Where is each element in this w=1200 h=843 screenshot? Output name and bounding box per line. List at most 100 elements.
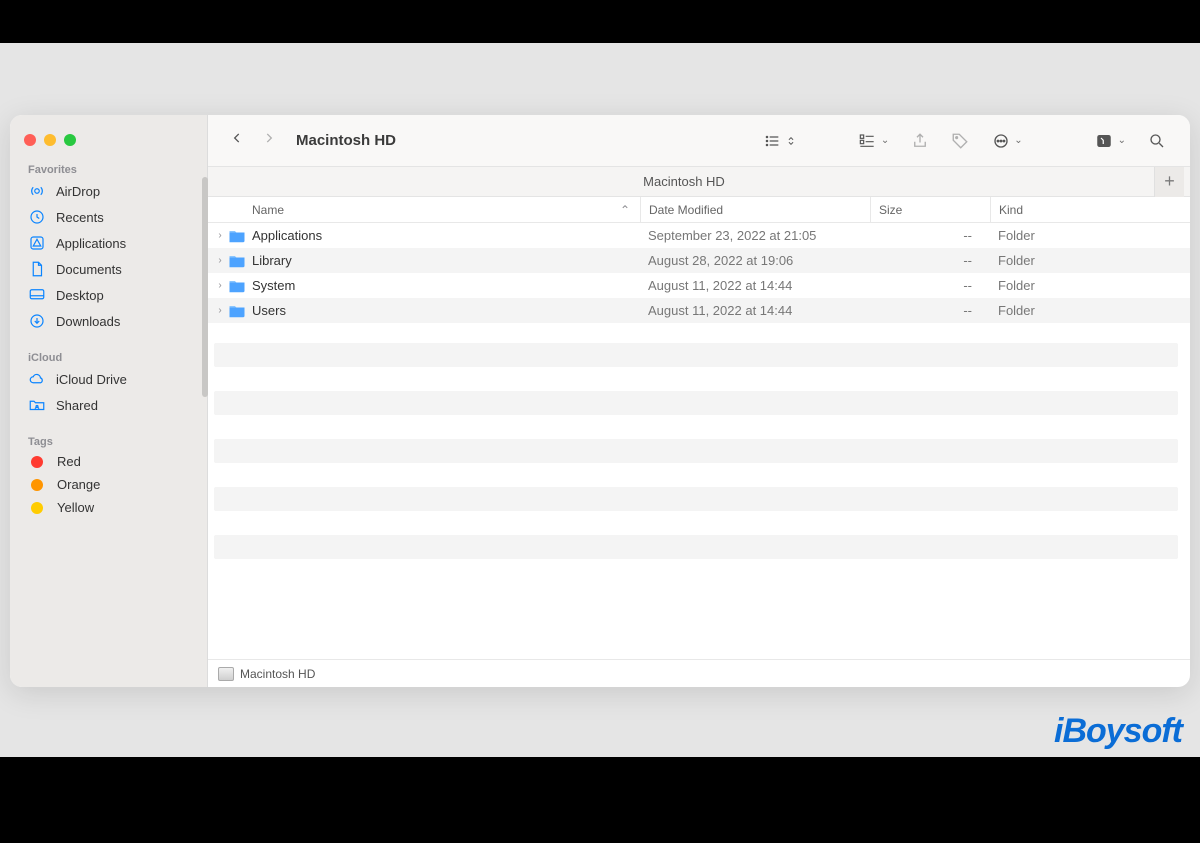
file-size: --: [870, 303, 990, 318]
finder-window: Favorites AirDrop Recents Applications D…: [10, 115, 1190, 687]
applications-icon: [28, 234, 46, 252]
column-headers: Name ⌃ Date Modified Size Kind: [208, 197, 1190, 223]
sidebar-scrollbar[interactable]: [202, 177, 208, 397]
preview-toggle-button[interactable]: ⌄: [1087, 128, 1132, 154]
main-panel: Macintosh HD ⌄: [208, 115, 1190, 687]
file-date: September 23, 2022 at 21:05: [640, 228, 870, 243]
file-date: August 28, 2022 at 19:06: [640, 253, 870, 268]
minimize-window-button[interactable]: [44, 134, 56, 146]
desktop-icon: [28, 286, 46, 304]
sort-ascending-icon: ⌃: [620, 203, 630, 217]
file-date: August 11, 2022 at 14:44: [640, 303, 870, 318]
file-size: --: [870, 278, 990, 293]
path-bar[interactable]: Macintosh HD: [208, 659, 1190, 687]
tags-button[interactable]: [945, 128, 975, 154]
close-window-button[interactable]: [24, 134, 36, 146]
shared-folder-icon: [28, 396, 46, 414]
action-menu-button[interactable]: ⌄: [985, 128, 1028, 154]
file-size: --: [870, 253, 990, 268]
sidebar-item-label: Red: [57, 454, 81, 469]
tab-bar: Macintosh HD +: [208, 167, 1190, 197]
sidebar-item-label: Recents: [56, 210, 104, 225]
file-kind: Folder: [990, 303, 1190, 318]
new-tab-button[interactable]: +: [1154, 167, 1184, 197]
column-name-header[interactable]: Name ⌃: [208, 203, 640, 217]
file-name: Library: [252, 253, 640, 268]
column-kind-header[interactable]: Kind: [990, 197, 1190, 222]
tab-active[interactable]: Macintosh HD: [214, 174, 1154, 189]
table-row[interactable]: › System August 11, 2022 at 14:44 -- Fol…: [208, 273, 1190, 298]
forward-button[interactable]: [258, 125, 280, 156]
back-button[interactable]: [226, 125, 248, 156]
sidebar-item-shared[interactable]: Shared: [10, 392, 207, 418]
empty-row-stripe: [214, 343, 1178, 367]
file-name: Applications: [252, 228, 640, 243]
path-location: Macintosh HD: [240, 667, 315, 681]
file-size: --: [870, 228, 990, 243]
sidebar-item-desktop[interactable]: Desktop: [10, 282, 207, 308]
file-name: System: [252, 278, 640, 293]
sidebar-item-label: Yellow: [57, 500, 94, 515]
file-kind: Folder: [990, 253, 1190, 268]
table-row[interactable]: › Library August 28, 2022 at 19:06 -- Fo…: [208, 248, 1190, 273]
zoom-window-button[interactable]: [64, 134, 76, 146]
file-list: › Applications September 23, 2022 at 21:…: [208, 223, 1190, 323]
column-date-header[interactable]: Date Modified: [640, 197, 870, 222]
file-date: August 11, 2022 at 14:44: [640, 278, 870, 293]
chevron-down-icon: ⌄: [881, 135, 889, 146]
disclosure-triangle-icon[interactable]: ›: [208, 255, 226, 266]
file-name: Users: [252, 303, 640, 318]
empty-row-stripe: [214, 439, 1178, 463]
toolbar: Macintosh HD ⌄: [208, 115, 1190, 167]
window-title: Macintosh HD: [296, 132, 396, 149]
empty-row-stripe: [214, 487, 1178, 511]
folder-icon: [228, 278, 246, 293]
file-kind: Folder: [990, 228, 1190, 243]
sidebar: Favorites AirDrop Recents Applications D…: [10, 115, 208, 687]
empty-row-stripe: [214, 391, 1178, 415]
sidebar-item-label: Documents: [56, 262, 122, 277]
document-icon: [28, 260, 46, 278]
sidebar-item-label: Orange: [57, 477, 100, 492]
sidebar-section-icloud: iCloud: [10, 348, 207, 366]
sidebar-tag-red[interactable]: Red: [10, 450, 207, 473]
disclosure-triangle-icon[interactable]: ›: [208, 305, 226, 316]
sidebar-item-recents[interactable]: Recents: [10, 204, 207, 230]
cloud-icon: [28, 370, 46, 388]
sidebar-item-label: Shared: [56, 398, 98, 413]
search-button[interactable]: [1142, 128, 1172, 154]
tag-dot-icon: [31, 456, 43, 468]
sidebar-tag-yellow[interactable]: Yellow: [10, 496, 207, 519]
sidebar-item-applications[interactable]: Applications: [10, 230, 207, 256]
folder-icon: [228, 228, 246, 243]
sidebar-item-documents[interactable]: Documents: [10, 256, 207, 282]
hard-drive-icon: [218, 667, 234, 681]
download-icon: [28, 312, 46, 330]
sidebar-item-label: iCloud Drive: [56, 372, 127, 387]
share-button[interactable]: [905, 128, 935, 154]
clock-icon: [28, 208, 46, 226]
table-row[interactable]: › Applications September 23, 2022 at 21:…: [208, 223, 1190, 248]
sidebar-item-airdrop[interactable]: AirDrop: [10, 178, 207, 204]
tag-dot-icon: [31, 502, 43, 514]
sidebar-item-downloads[interactable]: Downloads: [10, 308, 207, 334]
airdrop-icon: [28, 182, 46, 200]
disclosure-triangle-icon[interactable]: ›: [208, 230, 226, 241]
window-controls: [10, 126, 207, 160]
folder-icon: [228, 303, 246, 318]
sidebar-item-label: Downloads: [56, 314, 120, 329]
tag-dot-icon: [31, 479, 43, 491]
group-by-button[interactable]: ⌄: [850, 129, 895, 153]
sidebar-tag-orange[interactable]: Orange: [10, 473, 207, 496]
sidebar-item-icloud-drive[interactable]: iCloud Drive: [10, 366, 207, 392]
sidebar-section-favorites: Favorites: [10, 160, 207, 178]
table-row[interactable]: › Users August 11, 2022 at 14:44 -- Fold…: [208, 298, 1190, 323]
sidebar-item-label: AirDrop: [56, 184, 100, 199]
watermark-logo: iBoysoft: [1054, 712, 1182, 751]
chevron-down-icon: ⌄: [1014, 135, 1022, 146]
sidebar-section-tags: Tags: [10, 432, 207, 450]
view-list-button[interactable]: [757, 129, 802, 153]
sidebar-item-label: Desktop: [56, 288, 104, 303]
column-size-header[interactable]: Size: [870, 197, 990, 222]
disclosure-triangle-icon[interactable]: ›: [208, 280, 226, 291]
